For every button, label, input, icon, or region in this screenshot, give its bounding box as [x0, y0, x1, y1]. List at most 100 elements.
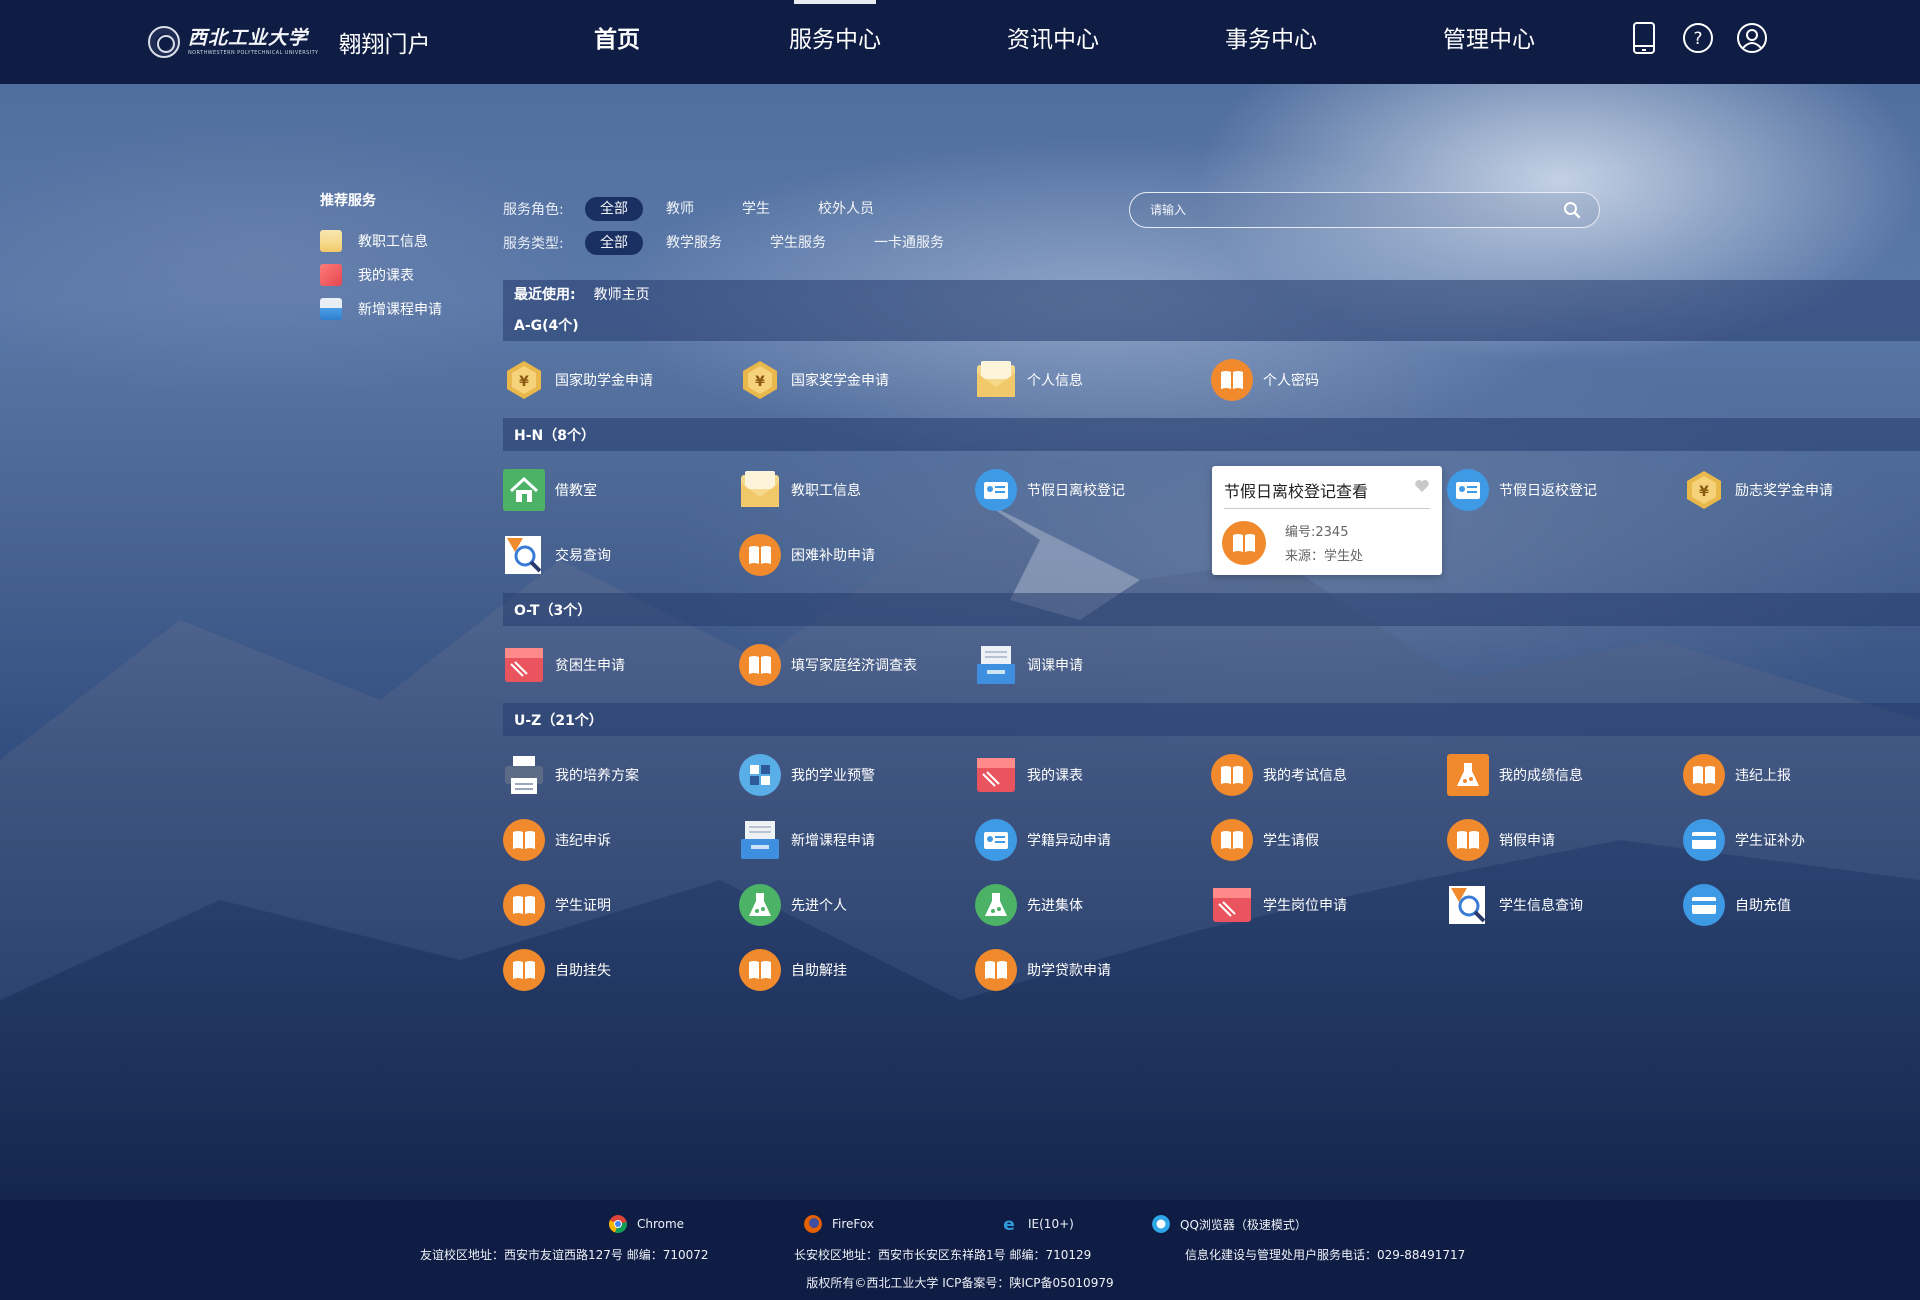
sidebar-title: 推荐服务	[320, 193, 376, 209]
search-document-icon	[1447, 884, 1489, 926]
popup-divider	[1224, 508, 1430, 509]
tray-icon	[975, 644, 1017, 686]
browser-label: FireFox	[832, 1217, 874, 1231]
popup-code: 编号:2345	[1285, 525, 1349, 540]
browser-label: Chrome	[637, 1217, 685, 1231]
search-input[interactable]	[1150, 193, 1550, 226]
address-changan: 长安校区地址：西安市长安区东祥路1号 邮编：710129	[794, 1248, 1092, 1262]
service-item[interactable]: 学生信息查询	[1447, 872, 1683, 937]
service-item[interactable]: 助学贷款申请	[975, 937, 1211, 1002]
nav-news-center[interactable]: 资讯中心	[944, 0, 1162, 84]
service-grid-u-z: 我的培养方案 我的学业预警 我的课表 我的考试信息 我的成绩信息 违纪上报违纪申诉 新增课程…	[503, 736, 1920, 1008]
service-item[interactable]: 教职工信息	[739, 457, 975, 522]
service-item[interactable]: 借教室	[503, 457, 739, 522]
service-item[interactable]: 学生证明	[503, 872, 739, 937]
type-chip-teaching[interactable]: 教学服务	[651, 231, 737, 255]
tablet-icon[interactable]	[1628, 22, 1660, 54]
service-label: 学生信息查询	[1499, 897, 1583, 914]
ie-icon: e	[1003, 1215, 1015, 1233]
service-item[interactable]: 先进个人	[739, 872, 975, 937]
service-item[interactable]: 学生岗位申请	[1211, 872, 1447, 937]
section-header-o-t: O-T（3个）	[503, 593, 1920, 626]
heart-icon[interactable]	[1414, 478, 1430, 494]
recent-item[interactable]: 教师主页	[594, 284, 650, 304]
book-icon	[1211, 358, 1253, 401]
service-label: 教职工信息	[791, 482, 861, 499]
service-label: 我的成绩信息	[1499, 767, 1583, 784]
user-icon[interactable]	[1736, 22, 1768, 54]
service-item[interactable]: 学生请假	[1211, 807, 1447, 872]
type-chip-card[interactable]: 一卡通服务	[859, 231, 959, 255]
role-chip-teacher[interactable]: 教师	[651, 197, 709, 221]
service-item[interactable]: 违纪上报	[1683, 742, 1919, 807]
service-item[interactable]: ¥ 国家奖学金申请	[739, 347, 975, 412]
service-label: 助学贷款申请	[1027, 962, 1111, 979]
type-chip-all[interactable]: 全部	[585, 231, 643, 255]
service-item[interactable]: 我的学业预警	[739, 742, 975, 807]
logo-english: NORTHWESTERN POLYTECHNICAL UNIVERSITY	[188, 49, 319, 56]
service-item[interactable]: 填写家庭经济调查表	[739, 632, 975, 697]
main-nav: 首页 服务中心 资讯中心 事务中心 管理中心	[508, 0, 1598, 84]
browser-label: IE(10+)	[1028, 1217, 1074, 1231]
service-item[interactable]: ¥ 国家助学金申请	[503, 347, 739, 412]
role-chip-all[interactable]: 全部	[585, 197, 643, 221]
book-icon	[1222, 521, 1266, 565]
service-item[interactable]: 销假申请	[1447, 807, 1683, 872]
service-item[interactable]: 交易查询	[503, 522, 739, 587]
type-chip-student[interactable]: 学生服务	[755, 231, 841, 255]
service-item[interactable]: 个人密码	[1211, 347, 1447, 412]
envelope-icon	[320, 230, 342, 252]
book-icon	[739, 643, 781, 686]
service-item[interactable]: 自助挂失	[503, 937, 739, 1002]
nav-service-center[interactable]: 服务中心	[726, 0, 944, 84]
service-item[interactable]: 我的课表	[975, 742, 1211, 807]
service-item[interactable]: 调课申请	[975, 632, 1211, 697]
service-item[interactable]: 新增课程申请	[739, 807, 975, 872]
recommended-sidebar: 推荐服务 教职工信息 我的课表 新增课程申请	[320, 190, 460, 326]
sidebar-item-new-course[interactable]: 新增课程申请	[320, 292, 460, 326]
service-item[interactable]: 我的成绩信息	[1447, 742, 1683, 807]
section-header-a-g: A-G(4个)	[503, 308, 1920, 341]
service-item[interactable]: 贫困生申请	[503, 632, 739, 697]
address-youyi: 友谊校区地址：西安市友谊西路127号 邮编：710072	[420, 1248, 709, 1262]
service-item[interactable]: 节假日返校登记	[1447, 457, 1683, 522]
role-chip-student[interactable]: 学生	[727, 197, 785, 221]
credit-card-icon	[1683, 883, 1725, 926]
service-item[interactable]: 先进集体	[975, 872, 1211, 937]
envelope-icon	[739, 469, 781, 511]
sidebar-item-staff-info[interactable]: 教职工信息	[320, 224, 460, 258]
svg-text:?: ?	[1693, 29, 1702, 49]
help-icon[interactable]: ?	[1682, 22, 1714, 54]
sidebar-item-my-schedule[interactable]: 我的课表	[320, 258, 460, 292]
nav-management-center[interactable]: 管理中心	[1380, 0, 1598, 84]
service-item[interactable]: 学生证补办	[1683, 807, 1919, 872]
filters: 服务角色: 全部 教师 学生 校外人员 服务类型: 全部 教学服务 学生服务 一…	[503, 192, 967, 260]
service-item[interactable]: 自助充值	[1683, 872, 1919, 937]
browser-firefox[interactable]: FireFox	[804, 1215, 874, 1233]
service-item[interactable]: 节假日离校登记	[975, 457, 1211, 522]
service-item[interactable]: ¥ 励志奖学金申请	[1683, 457, 1919, 522]
role-chip-external[interactable]: 校外人员	[803, 197, 889, 221]
browser-chrome[interactable]: Chrome	[609, 1215, 684, 1233]
service-item[interactable]: 个人信息	[975, 347, 1211, 412]
book-icon	[1211, 753, 1253, 796]
service-detail-popup[interactable]: 节假日离校登记查看 编号:2345 来源：学生处	[1212, 466, 1442, 575]
service-item[interactable]: 自助解挂	[739, 937, 975, 1002]
nav-home[interactable]: 首页	[508, 0, 726, 84]
service-item[interactable]: 我的考试信息	[1211, 742, 1447, 807]
service-item[interactable]: 学籍异动申请	[975, 807, 1211, 872]
search-icon[interactable]	[1563, 201, 1581, 219]
book-icon	[739, 948, 781, 991]
id-card-icon	[975, 468, 1017, 511]
browser-ie[interactable]: e IE(10+)	[1000, 1215, 1074, 1233]
service-item[interactable]: 我的培养方案	[503, 742, 739, 807]
service-item[interactable]: 困难补助申请	[739, 522, 975, 587]
section-header-h-n: H-N（8个）	[503, 418, 1920, 451]
service-label: 销假申请	[1499, 832, 1555, 849]
logo[interactable]: 西北工业大学 NORTHWESTERN POLYTECHNICAL UNIVER…	[148, 22, 430, 62]
browser-qq[interactable]: QQ浏览器（极速模式）	[1152, 1215, 1307, 1233]
service-item[interactable]: 违纪申诉	[503, 807, 739, 872]
sidebar-item-label: 新增课程申请	[358, 302, 442, 318]
nav-affairs-center[interactable]: 事务中心	[1162, 0, 1380, 84]
service-label: 学生岗位申请	[1263, 897, 1347, 914]
